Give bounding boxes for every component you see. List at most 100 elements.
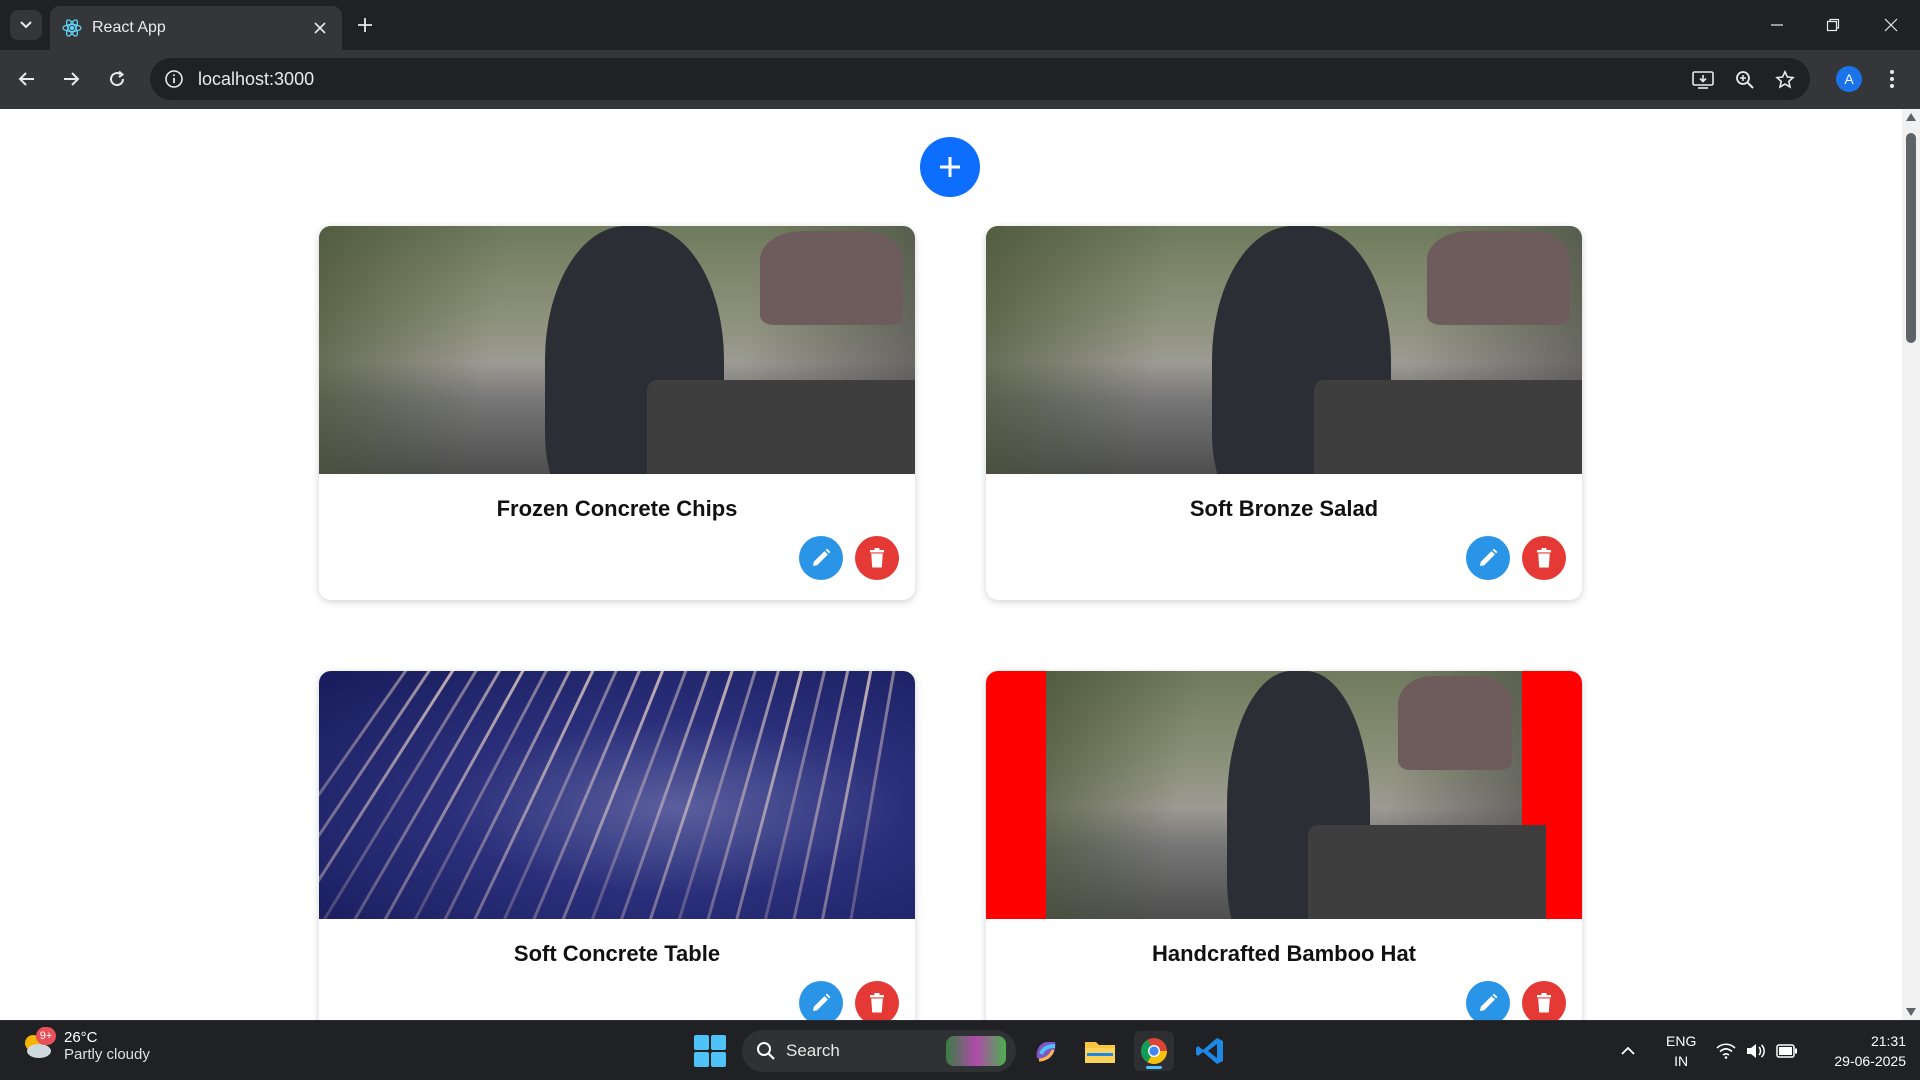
copilot-icon <box>1036 1042 1056 1062</box>
delete-button[interactable] <box>855 536 899 580</box>
product-card: Soft Bronze Salad <box>986 226 1582 600</box>
bookmark-button[interactable] <box>1772 67 1798 93</box>
card-title: Soft Bronze Salad <box>1189 496 1379 521</box>
trash-icon <box>1537 993 1551 1013</box>
firework-strand <box>386 671 574 919</box>
delete-button[interactable] <box>1522 536 1566 580</box>
tab-title: React App <box>92 19 166 36</box>
product-card: Soft Concrete Table <box>319 671 915 1020</box>
address-bar[interactable]: localhost:3000 <box>150 58 1810 100</box>
edit-button[interactable] <box>799 981 843 1020</box>
start-button[interactable] <box>694 1035 726 1067</box>
search-icon <box>757 1042 775 1060</box>
weather-widget[interactable]: 9+ 26°C Partly cloudy <box>20 1027 150 1063</box>
forward-button[interactable] <box>56 64 86 94</box>
search-highlight-icon <box>946 1036 1006 1066</box>
new-tab-button[interactable] <box>352 12 378 38</box>
scroll-down-icon[interactable] <box>1906 1008 1916 1016</box>
back-button[interactable] <box>12 64 42 94</box>
reload-icon <box>110 70 125 87</box>
reload-button[interactable] <box>102 64 132 94</box>
restore-button[interactable] <box>1818 12 1848 38</box>
language-code: ENG <box>1666 1033 1697 1049</box>
battery-status[interactable] <box>1776 1021 1798 1080</box>
taskbar-vscode[interactable] <box>1190 1031 1230 1071</box>
weather-temperature: 26°C <box>64 1029 98 1046</box>
page-scrollbar[interactable] <box>1902 109 1920 1020</box>
network-status[interactable] <box>1716 1021 1736 1080</box>
product-card: Frozen Concrete Chips <box>319 226 915 600</box>
edit-button[interactable] <box>1466 536 1510 580</box>
browser-menu-button[interactable] <box>1880 64 1904 94</box>
firework-strand <box>444 671 618 919</box>
minimize-icon <box>1771 24 1783 26</box>
url-text: localhost:3000 <box>198 68 315 89</box>
card-image <box>986 226 1582 474</box>
browser-toolbar: localhost:3000 A <box>0 50 1920 109</box>
weather-badge: 9+ <box>36 1027 56 1045</box>
close-icon <box>1884 18 1898 32</box>
firework-strand <box>623 671 750 919</box>
tray-overflow-button[interactable] <box>1620 1021 1636 1080</box>
pencil-icon <box>813 993 831 1011</box>
card-image <box>319 671 915 919</box>
install-app-button[interactable] <box>1690 67 1716 93</box>
page-viewport: Frozen Concrete Chips Soft Bronze Salad <box>0 109 1902 1020</box>
vscode-icon <box>1196 1038 1223 1064</box>
firework-strand <box>415 671 596 919</box>
chrome-icon <box>1140 1038 1168 1065</box>
card-image <box>986 671 1582 919</box>
windows-taskbar: 9+ 26°C Partly cloudy Search ENG IN 21:3… <box>0 1020 1920 1080</box>
browser-tab[interactable]: React App <box>50 6 342 50</box>
add-item-button[interactable] <box>920 137 980 197</box>
install-icon <box>1692 71 1714 89</box>
scroll-thumb[interactable] <box>1906 133 1916 343</box>
product-card: Handcrafted Bamboo Hat <box>986 671 1582 1020</box>
restore-icon <box>1826 18 1840 32</box>
system-clock[interactable]: 21:31 29-06-2025 <box>1810 1031 1906 1071</box>
firework-strand <box>683 671 794 919</box>
chevron-down-icon <box>20 21 32 29</box>
card-title: Handcrafted Bamboo Hat <box>1151 941 1417 966</box>
firework-strand <box>319 671 464 919</box>
language-indicator[interactable]: ENG IN <box>1666 1031 1696 1071</box>
close-icon <box>314 22 326 34</box>
region-code: IN <box>1674 1053 1689 1069</box>
clock-date: 29-06-2025 <box>1834 1053 1906 1069</box>
pencil-icon <box>813 548 831 566</box>
battery-icon <box>1776 1044 1797 1058</box>
arrow-left-icon <box>18 72 34 86</box>
volume-status[interactable] <box>1746 1021 1766 1080</box>
taskbar-search[interactable]: Search <box>742 1030 1016 1072</box>
chevron-up-icon <box>1621 1046 1635 1055</box>
edit-button[interactable] <box>799 536 843 580</box>
trash-icon <box>870 993 884 1013</box>
zoom-icon <box>1736 71 1754 89</box>
more-vertical-icon <box>1890 70 1894 88</box>
edit-button[interactable] <box>1466 981 1510 1020</box>
firework-strand <box>319 671 442 919</box>
delete-button[interactable] <box>855 981 899 1020</box>
pencil-icon <box>1480 548 1498 566</box>
wifi-icon <box>1716 1043 1736 1059</box>
site-info-icon[interactable] <box>164 69 184 89</box>
search-label: Search <box>786 1041 840 1060</box>
taskbar-chrome[interactable] <box>1134 1031 1174 1071</box>
minimize-button[interactable] <box>1762 12 1792 38</box>
clock-time: 21:31 <box>1870 1033 1906 1049</box>
scroll-up-icon[interactable] <box>1906 113 1916 121</box>
star-icon <box>1775 70 1795 89</box>
profile-avatar[interactable]: A <box>1836 66 1862 92</box>
card-image <box>319 226 915 474</box>
tab-search-button[interactable] <box>10 10 42 40</box>
taskbar-copilot[interactable] <box>1026 1031 1066 1071</box>
trash-icon <box>1537 548 1551 568</box>
delete-button[interactable] <box>1522 981 1566 1020</box>
browser-tab-strip: React App <box>0 0 1920 50</box>
tab-close-button[interactable] <box>310 18 330 38</box>
taskbar-file-explorer[interactable] <box>1080 1031 1120 1071</box>
close-window-button[interactable] <box>1876 12 1906 38</box>
card-title: Soft Concrete Table <box>513 941 721 966</box>
plus-icon <box>940 157 960 177</box>
zoom-button[interactable] <box>1732 67 1758 93</box>
